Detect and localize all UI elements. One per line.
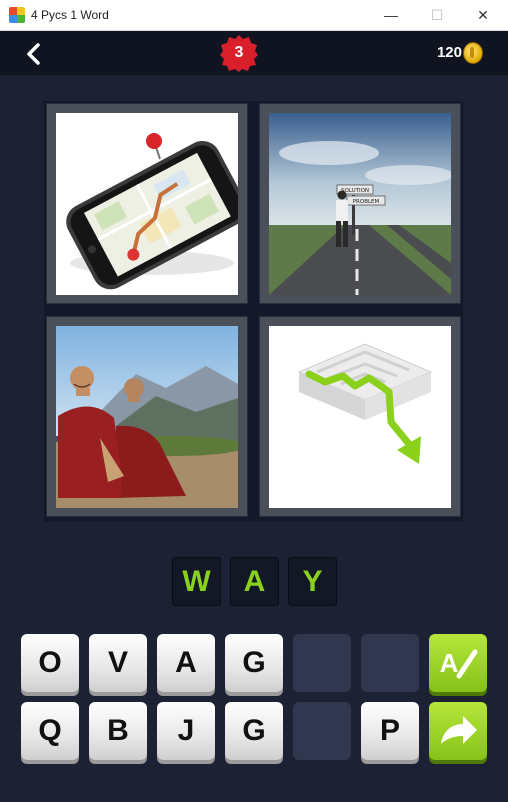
letter-key[interactable]: G (225, 702, 283, 760)
letter-wand-icon: A (440, 648, 478, 679)
window-title: 4 Pycs 1 Word (31, 8, 109, 22)
level-number: 3 (234, 44, 244, 61)
back-arrow-icon[interactable] (22, 41, 48, 67)
letter-key[interactable]: A (157, 634, 215, 692)
empty-key-slot (293, 702, 351, 760)
smartphone-map-image (66, 133, 238, 290)
skip-button[interactable] (429, 702, 487, 760)
level-badge: 3 (220, 34, 258, 72)
empty-key-slot (361, 634, 419, 692)
monks-image (56, 326, 238, 508)
road-signpost-image: SOLUTION PROBLEM (269, 113, 451, 295)
maze-arrow-image (297, 343, 433, 464)
answer-slot-3[interactable]: Y (288, 557, 337, 606)
letter-key[interactable]: J (157, 702, 215, 760)
coin-count: 120 (436, 44, 462, 61)
letter-key[interactable]: G (225, 634, 283, 692)
share-arrow-icon (441, 716, 477, 744)
picture-3[interactable] (47, 317, 247, 516)
letter-key[interactable]: P (361, 702, 419, 760)
picture-2[interactable]: SOLUTION PROBLEM (260, 104, 460, 303)
window-titlebar: 4 Pycs 1 Word — ☐ ✕ (0, 0, 508, 31)
letter-key[interactable]: Q (21, 702, 79, 760)
minimize-button[interactable]: — (368, 0, 414, 30)
picture-1[interactable] (47, 104, 247, 303)
svg-text:A: A (440, 648, 459, 678)
picture-4[interactable] (260, 317, 460, 516)
game-header: 3 120 (0, 31, 508, 75)
letter-key[interactable]: V (89, 634, 147, 692)
signpost-bottom-text: PROBLEM (353, 199, 380, 205)
coin-icon[interactable] (463, 42, 483, 64)
app-icon (9, 7, 25, 23)
close-button[interactable]: ✕ (460, 0, 506, 30)
picture-grid: SOLUTION PROBLEM (44, 101, 463, 522)
letter-key[interactable]: O (21, 634, 79, 692)
maximize-button[interactable]: ☐ (414, 0, 460, 30)
answer-slot-2[interactable]: A (230, 557, 279, 606)
empty-key-slot (293, 634, 351, 692)
letter-key[interactable]: B (89, 702, 147, 760)
answer-slot-1[interactable]: W (172, 557, 221, 606)
remove-letters-button[interactable]: A (429, 634, 487, 692)
